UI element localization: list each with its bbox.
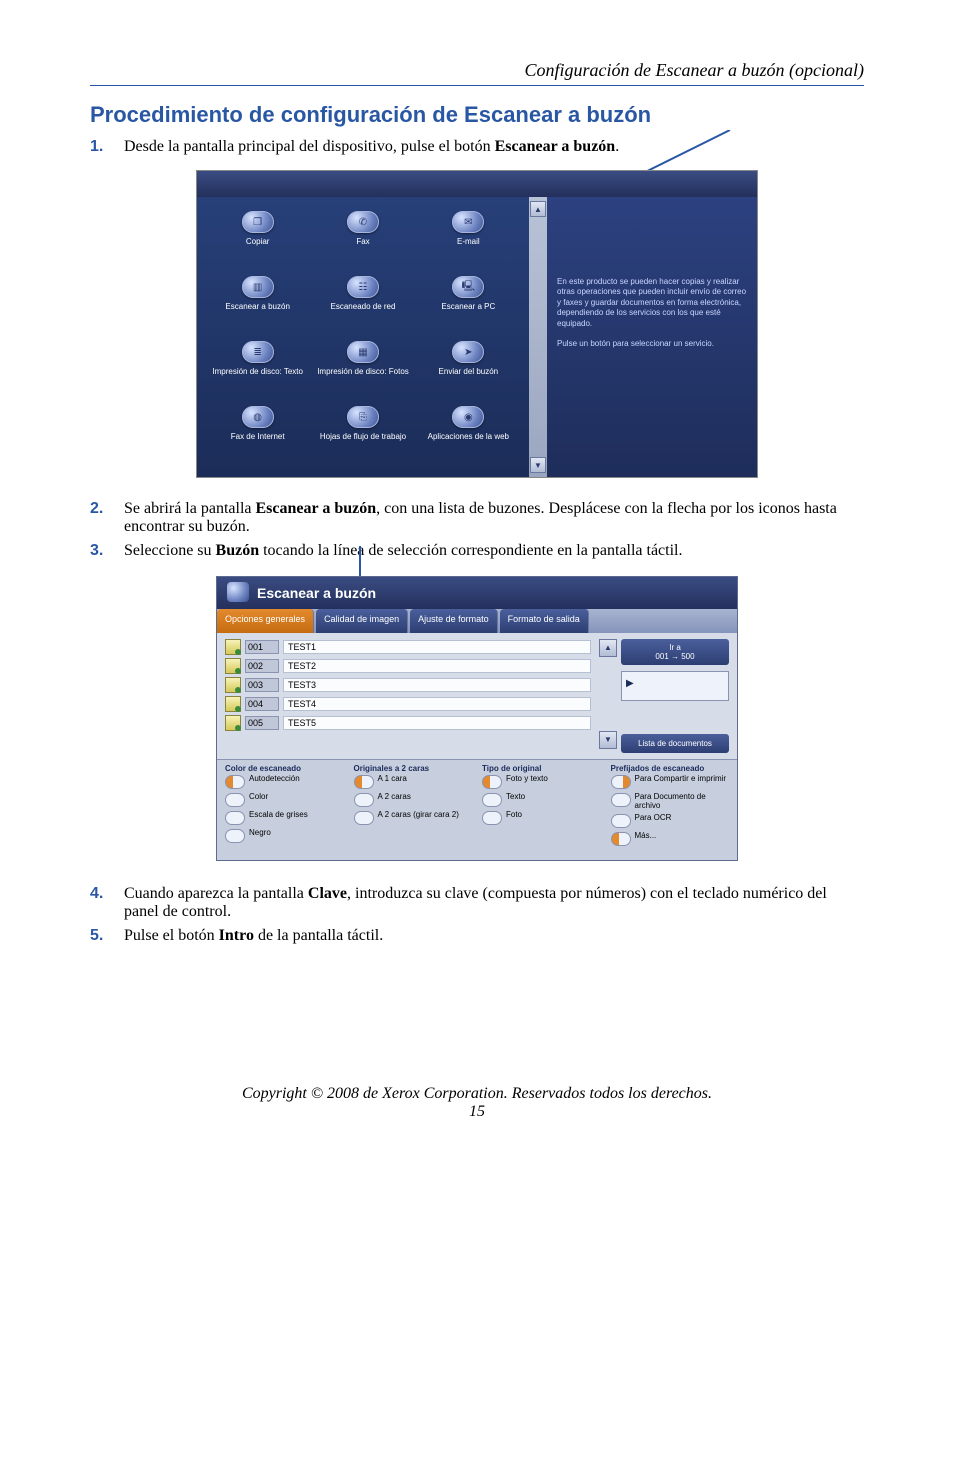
folder-icon [225, 715, 241, 731]
step-text-4: Cuando aparezca la pantalla Clave, intro… [124, 885, 864, 921]
print-text-icon: ≣ [242, 341, 274, 363]
mailbox-panel-icon [227, 582, 249, 602]
tab-ajuste-formato[interactable]: Ajuste de formato [410, 609, 498, 633]
divider [90, 85, 864, 86]
opt-col-tipo: Tipo de original [482, 764, 601, 773]
svc-enviar-buzon[interactable]: ➤Enviar del buzón [418, 341, 519, 402]
scroll-down-icon[interactable]: ▼ [530, 457, 546, 473]
svc-fax-internet[interactable]: ◍Fax de Internet [207, 406, 308, 467]
opt-color[interactable]: Color [225, 793, 344, 807]
opt-archivo[interactable]: Para Documento de archivo [611, 793, 730, 811]
scrollbar[interactable]: ▲ ▼ [529, 197, 547, 477]
opt-negro[interactable]: Negro [225, 829, 344, 843]
mailbox-row[interactable]: 005TEST5 [225, 715, 591, 731]
svc-copiar[interactable]: ❐Copiar [207, 211, 308, 272]
goto-label: Ir a 001 → 500 [621, 639, 729, 665]
mailbox-icon: ▥ [242, 276, 274, 298]
fax-icon: ✆ [347, 211, 379, 233]
step-number-5: 5. [90, 927, 124, 945]
folder-icon [225, 696, 241, 712]
panel-title: Escanear a buzón [217, 577, 737, 609]
mailbox-list: 001TEST1 002TEST2 003TEST3 004TEST4 005T… [225, 639, 591, 753]
opt-ocr[interactable]: Para OCR [611, 814, 730, 828]
tab-formato-salida[interactable]: Formato de salida [500, 609, 589, 633]
mailbox-row[interactable]: 004TEST4 [225, 696, 591, 712]
opt-foto[interactable]: Foto [482, 811, 601, 825]
opt-compartir[interactable]: Para Compartir e imprimir [611, 775, 730, 789]
send-mailbox-icon: ➤ [452, 341, 484, 363]
step-number-2: 2. [90, 500, 124, 536]
info-panel: En este producto se pueden hacer copias … [547, 197, 757, 477]
window-titlebar [197, 171, 757, 197]
opt-col-caras: Originales a 2 caras [354, 764, 473, 773]
tab-opciones-generales[interactable]: Opciones generales [217, 609, 314, 633]
copyright-footer: Copyright © 2008 de Xerox Corporation. R… [90, 1085, 864, 1103]
opt-autodeteccion[interactable]: Autodetección [225, 775, 344, 789]
document-list-button[interactable]: Lista de documentos [621, 734, 729, 753]
page-title: Procedimiento de configuración de Escane… [90, 102, 864, 128]
opt-mas[interactable]: Más... [611, 832, 730, 846]
opt-2caras[interactable]: A 2 caras [354, 793, 473, 807]
step-text-3: Seleccione su Buzón tocando la línea de … [124, 542, 864, 560]
mailbox-row[interactable]: 003TEST3 [225, 677, 591, 693]
workflow-icon: ⎘ [347, 406, 379, 428]
opt-grises[interactable]: Escala de grises [225, 811, 344, 825]
ifax-icon: ◍ [242, 406, 274, 428]
step-number-1: 1. [90, 138, 124, 156]
mailbox-row[interactable]: 001TEST1 [225, 639, 591, 655]
goto-button[interactable] [621, 671, 729, 701]
webapps-icon: ◉ [452, 406, 484, 428]
tab-calidad-imagen[interactable]: Calidad de imagen [316, 609, 408, 633]
copy-icon: ❐ [242, 211, 274, 233]
opt-2caras-girar[interactable]: A 2 caras (girar cara 2) [354, 811, 473, 825]
svc-impresion-texto[interactable]: ≣Impresión de disco: Texto [207, 341, 308, 402]
folder-icon [225, 658, 241, 674]
section-header: Configuración de Escanear a buzón (opcio… [90, 60, 864, 81]
opt-texto[interactable]: Texto [482, 793, 601, 807]
mailbox-row[interactable]: 002TEST2 [225, 658, 591, 674]
scan-pc-icon: 🖳 [452, 276, 484, 298]
svc-escanear-buzon[interactable]: ▥Escanear a buzón [207, 276, 308, 337]
step-number-3: 3. [90, 542, 124, 560]
screenshot-main-panel: ❐Copiar ✆Fax ✉E-mail ▥Escanear a buzón ☷… [90, 170, 864, 478]
email-icon: ✉ [452, 211, 484, 233]
scroll-up-icon[interactable]: ▲ [530, 201, 546, 217]
folder-icon [225, 639, 241, 655]
opt-col-prefijados: Prefijados de escaneado [611, 764, 730, 773]
svc-impresion-fotos[interactable]: ▦Impresión de disco: Fotos [312, 341, 413, 402]
svc-email[interactable]: ✉E-mail [418, 211, 519, 272]
opt-1cara[interactable]: A 1 cara [354, 775, 473, 789]
svc-apps-web[interactable]: ◉Aplicaciones de la web [418, 406, 519, 467]
network-scan-icon: ☷ [347, 276, 379, 298]
page-number: 15 [90, 1103, 864, 1121]
opt-foto-texto[interactable]: Foto y texto [482, 775, 601, 789]
list-scroll-up[interactable]: ▲ [599, 639, 617, 657]
screenshot-scan-mailbox: Escanear a buzón Opciones generales Cali… [90, 576, 864, 861]
svc-fax[interactable]: ✆Fax [312, 211, 413, 272]
print-photo-icon: ▦ [347, 341, 379, 363]
step-number-4: 4. [90, 885, 124, 921]
step-text-2: Se abrirá la pantalla Escanear a buzón, … [124, 500, 864, 536]
list-scroll-down[interactable]: ▼ [599, 731, 617, 749]
step-text-5: Pulse el botón Intro de la pantalla táct… [124, 927, 864, 945]
svc-hojas-flujo[interactable]: ⎘Hojas de flujo de trabajo [312, 406, 413, 467]
svc-escaneado-red[interactable]: ☷Escaneado de red [312, 276, 413, 337]
step-text-1: Desde la pantalla principal del disposit… [124, 138, 864, 156]
folder-icon [225, 677, 241, 693]
svc-escanear-pc[interactable]: 🖳Escanear a PC [418, 276, 519, 337]
opt-col-color: Color de escaneado [225, 764, 344, 773]
